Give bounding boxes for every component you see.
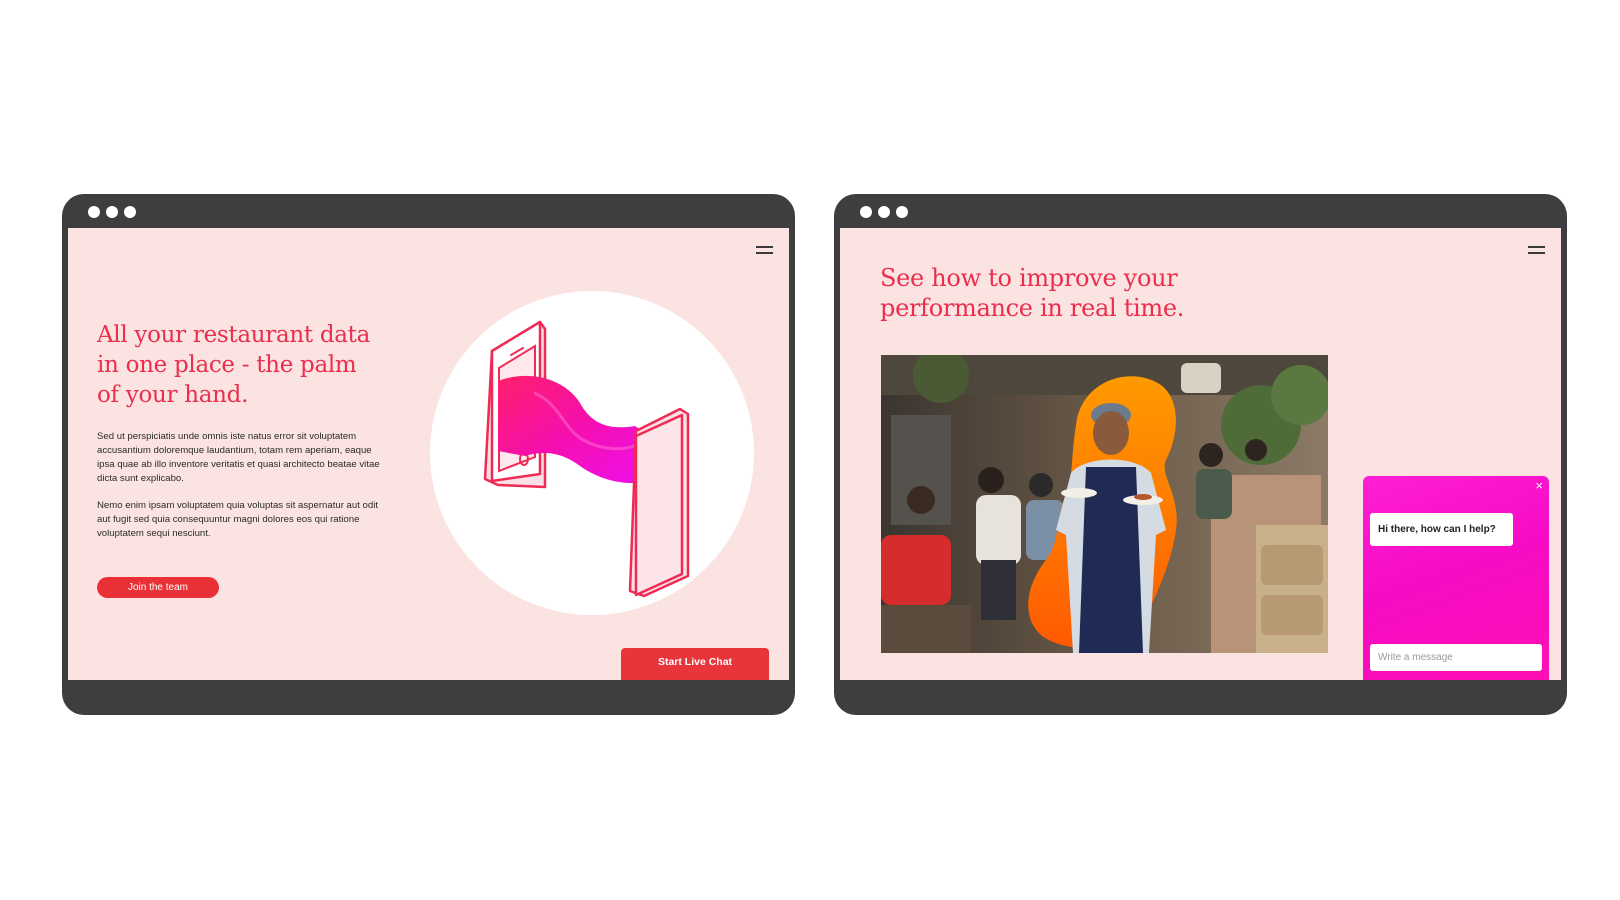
body-paragraph: Sed ut perspiciatis unde omnis iste natu… xyxy=(97,431,380,484)
restaurant-photo xyxy=(881,355,1328,653)
window-dot-icon[interactable] xyxy=(124,206,136,218)
chat-message-bubble: Hi there, how can I help? xyxy=(1370,513,1513,546)
window-dot-icon[interactable] xyxy=(860,206,872,218)
phones-illustration xyxy=(483,320,690,598)
chat-message-input[interactable] xyxy=(1370,644,1542,671)
body-paragraph: Nemo enim ipsam voluptatem quia voluptas… xyxy=(97,500,379,539)
window-dot-icon[interactable] xyxy=(106,206,118,218)
window-dot-icon[interactable] xyxy=(878,206,890,218)
page-title: All your restaurant data in one place - … xyxy=(97,322,371,408)
page-screen-left: All your restaurant data in one place - … xyxy=(68,228,789,680)
browser-window-left: All your restaurant data in one place - … xyxy=(62,194,795,715)
menu-icon[interactable] xyxy=(756,246,773,254)
page-screen-right: See how to improve your performance in r… xyxy=(840,228,1561,680)
live-chat-widget: × Hi there, how can I help? xyxy=(1363,476,1549,680)
close-icon[interactable]: × xyxy=(1535,478,1543,493)
menu-icon[interactable] xyxy=(1528,246,1545,254)
start-live-chat-button[interactable]: Start Live Chat xyxy=(621,648,769,680)
browser-window-right: See how to improve your performance in r… xyxy=(834,194,1567,715)
window-dot-icon[interactable] xyxy=(896,206,908,218)
window-controls xyxy=(88,206,136,218)
page-title: See how to improve your performance in r… xyxy=(880,264,1185,322)
window-dot-icon[interactable] xyxy=(88,206,100,218)
join-team-button[interactable]: Join the team xyxy=(97,577,219,598)
window-controls xyxy=(860,206,908,218)
